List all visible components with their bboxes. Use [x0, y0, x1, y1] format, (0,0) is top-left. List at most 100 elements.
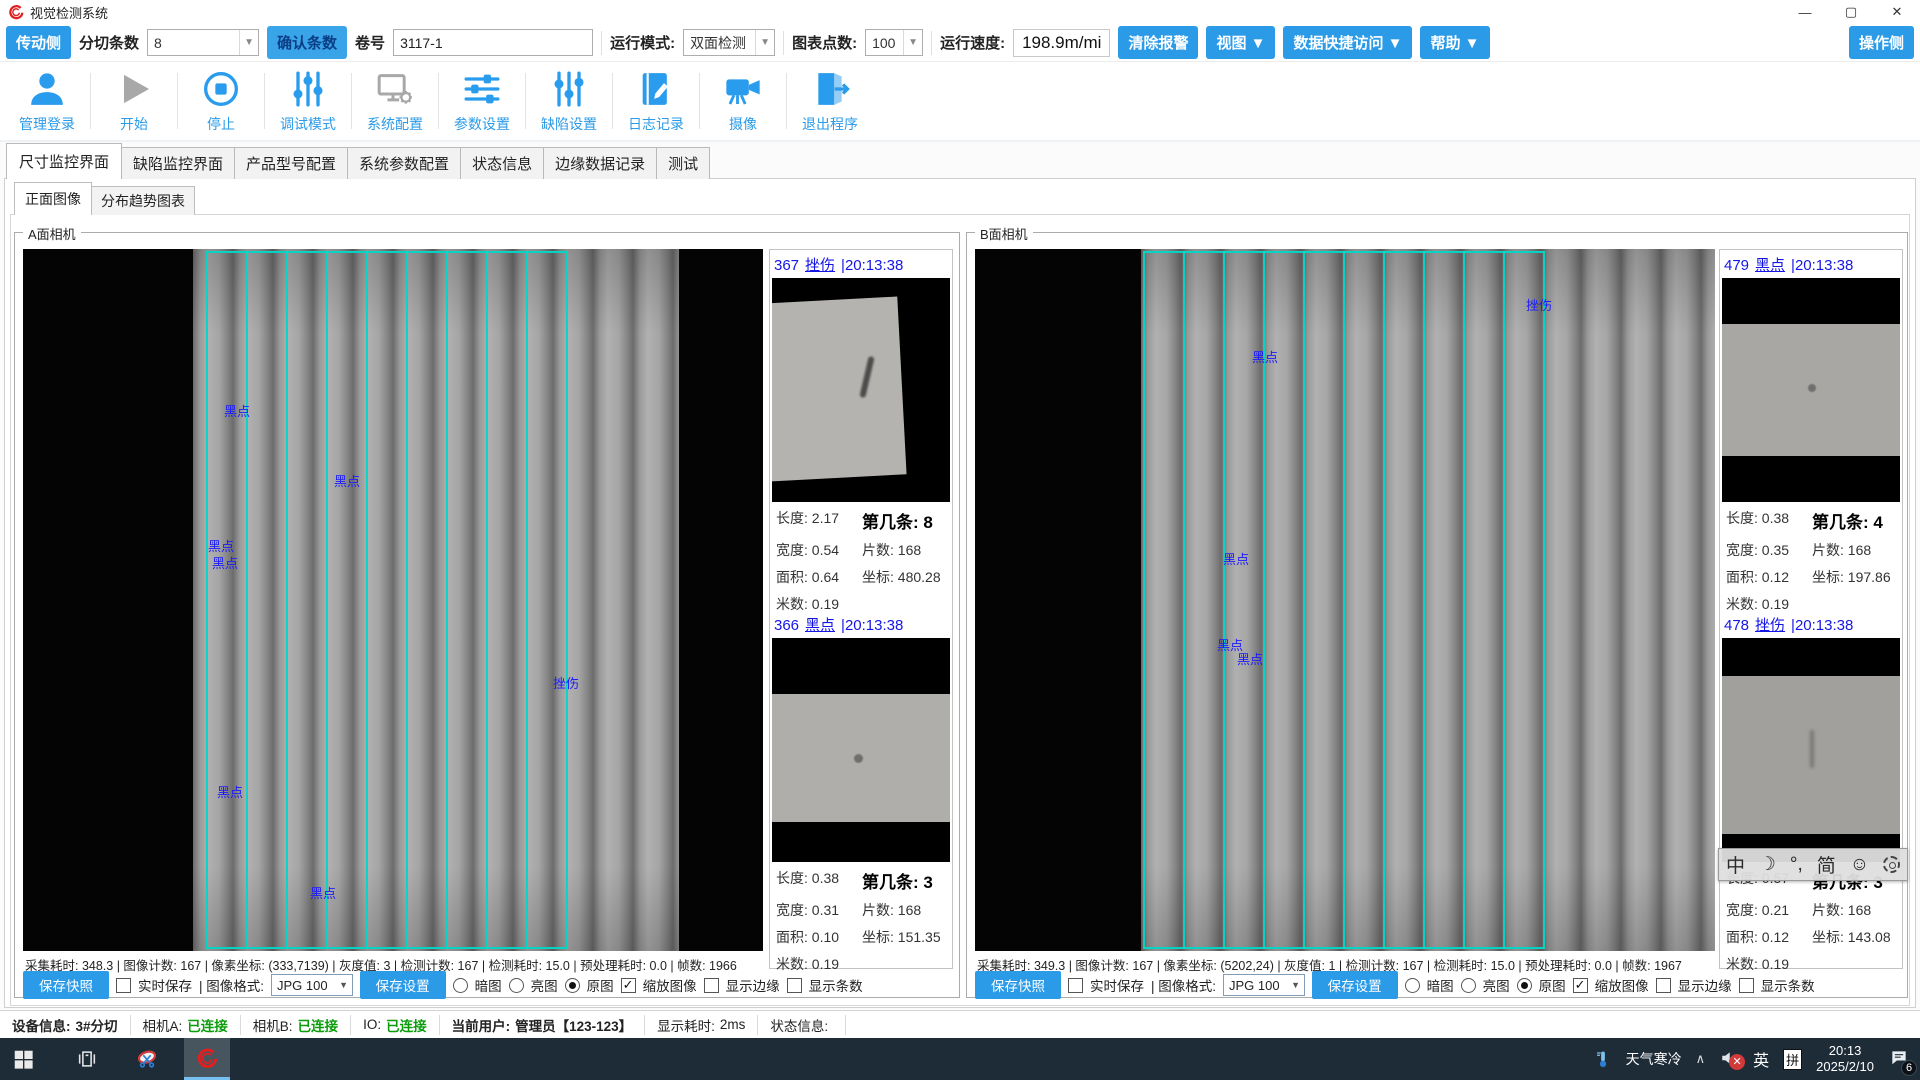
volume-muted-icon[interactable]: ✕ [1719, 1049, 1739, 1070]
inspection-app-button[interactable] [184, 1038, 230, 1080]
ime-item-3[interactable]: 简 [1817, 851, 1836, 878]
camera-a-defect-panel: 367挫伤|20:13:38 长度: 2.17 第几条: 8 宽度: 0.54 … [769, 249, 953, 969]
strip-edge-line [206, 947, 568, 949]
tool-video-capture-button[interactable]: 摄像 [700, 69, 786, 134]
language-indicator[interactable]: 英 [1753, 1047, 1769, 1071]
image-format-select[interactable]: JPG 100▼ [1223, 974, 1305, 996]
run-speed-label: 运行速度: [940, 32, 1005, 53]
image-format-select[interactable]: JPG 100▼ [271, 974, 353, 996]
strip-line [1543, 251, 1545, 949]
snip-tool-button[interactable] [124, 1038, 170, 1080]
raw-image-radio[interactable] [565, 978, 580, 993]
ime-item-2[interactable]: °, [1790, 854, 1803, 876]
zoom-image-checkbox[interactable] [621, 978, 636, 993]
tool-exit-program-button[interactable]: 退出程序 [787, 69, 873, 134]
tool-label: 管理登录 [19, 114, 75, 134]
tab-1[interactable]: 缺陷监控界面 [121, 147, 235, 179]
ime-item-0[interactable]: 中 [1726, 851, 1745, 878]
tab-0[interactable]: 尺寸监控界面 [6, 143, 122, 179]
ime-settings-gear-icon[interactable] [1883, 856, 1900, 873]
roll-number-input[interactable]: 3117-1 [393, 29, 593, 56]
dark-image-radio[interactable] [453, 978, 468, 993]
save-snapshot-button[interactable]: 保存快照 [23, 971, 109, 999]
bright-image-radio[interactable] [1461, 978, 1476, 993]
start-button[interactable] [0, 1038, 46, 1080]
weather-text[interactable]: 天气寒冷 [1626, 1049, 1682, 1069]
maximize-button[interactable]: ▢ [1828, 0, 1874, 24]
task-view-button[interactable] [64, 1038, 110, 1080]
split-count-select[interactable]: 8 ▼ [147, 29, 259, 56]
chevron-down-icon: ▼ [239, 30, 258, 55]
bright-image-radio[interactable] [509, 978, 524, 993]
ime-language-bar[interactable]: 中 ☽ °, 简 ☺ [1718, 848, 1908, 881]
realtime-save-checkbox[interactable] [1068, 978, 1083, 993]
strip-line [366, 251, 368, 949]
defect-label: 黑点 [1223, 549, 1249, 568]
thermometer-icon [1594, 1048, 1612, 1070]
defect-card[interactable]: 478挫伤|20:13:38 长度: 0.57 第几条: 3 宽度: 0.21 … [1722, 612, 1900, 966]
save-settings-button[interactable]: 保存设置 [1312, 971, 1398, 999]
show-edge-checkbox[interactable] [704, 978, 719, 993]
camera-b-image: 挫伤黑点黑点黑点黑点 [975, 249, 1715, 951]
strip-line [1343, 251, 1345, 949]
sub-tabs: 正面图像分布趋势图表 [14, 188, 194, 215]
data-quick-access-button[interactable]: 数据快捷访问 ▼ [1283, 26, 1412, 59]
strip-line [286, 251, 288, 949]
tool-admin-login-button[interactable]: 管理登录 [4, 69, 90, 134]
clock[interactable]: 20:13 2025/2/10 [1816, 1043, 1874, 1076]
clock-time: 20:13 [1816, 1043, 1874, 1059]
close-button[interactable]: ✕ [1874, 0, 1920, 24]
notification-center-button[interactable]: 6 [1888, 1048, 1910, 1071]
tool-param-settings-button[interactable]: 参数设置 [439, 69, 525, 134]
defect-card[interactable]: 479黑点|20:13:38 长度: 0.38 第几条: 4 宽度: 0.35 … [1722, 252, 1900, 606]
defect-card[interactable]: 367挫伤|20:13:38 长度: 2.17 第几条: 8 宽度: 0.54 … [772, 252, 950, 606]
save-settings-button[interactable]: 保存设置 [360, 971, 446, 999]
tool-system-config-button[interactable]: 系统配置 [352, 69, 438, 134]
raw-image-radio[interactable] [1517, 978, 1532, 993]
tool-start-button[interactable]: 开始 [91, 69, 177, 134]
view-menu-button[interactable]: 视图 ▼ [1206, 26, 1275, 59]
tool-label: 缺陷设置 [541, 114, 597, 134]
tool-stop-button[interactable]: 停止 [178, 69, 264, 134]
run-mode-label: 运行模式: [610, 32, 675, 53]
show-strips-checkbox[interactable] [787, 978, 802, 993]
tab-4[interactable]: 状态信息 [460, 147, 544, 179]
defect-card[interactable]: 366黑点|20:13:38 长度: 0.38 第几条: 3 宽度: 0.31 … [772, 612, 950, 966]
stop-icon [201, 69, 241, 109]
strip-line [566, 251, 568, 949]
tray-expand-chevron[interactable]: ∧ [1696, 1051, 1706, 1067]
tool-log-record-button[interactable]: 日志记录 [613, 69, 699, 134]
chart-points-select[interactable]: 100 ▼ [865, 29, 923, 56]
tool-defect-settings-button[interactable]: 缺陷设置 [526, 69, 612, 134]
tool-label: 停止 [207, 114, 235, 134]
tab-3[interactable]: 系统参数配置 [347, 147, 461, 179]
ime-item-4[interactable]: ☺ [1850, 854, 1869, 876]
help-menu-button[interactable]: 帮助 ▼ [1420, 26, 1489, 59]
subtab-0[interactable]: 正面图像 [14, 182, 92, 215]
tab-6[interactable]: 测试 [656, 147, 710, 179]
save-snapshot-button[interactable]: 保存快照 [975, 971, 1061, 999]
realtime-save-checkbox[interactable] [116, 978, 131, 993]
subtab-1[interactable]: 分布趋势图表 [91, 186, 195, 215]
tab-5[interactable]: 边缘数据记录 [543, 147, 657, 179]
strip-line [206, 251, 208, 949]
dark-image-radio[interactable] [1405, 978, 1420, 993]
defect-stats: 长度: 0.38 第几条: 3 宽度: 0.31 片数: 168 面积: 0.1… [772, 862, 950, 974]
minimize-button[interactable]: — [1782, 0, 1828, 24]
show-strips-checkbox[interactable] [1739, 978, 1754, 993]
defect-label: 挫伤 [553, 673, 579, 692]
camera-a-controls: 保存快照 实时保存 | 图像格式: JPG 100▼ 保存设置 暗图 亮图 原图… [23, 973, 863, 997]
ime-mode-indicator[interactable]: 拼 [1783, 1049, 1802, 1070]
run-mode-select[interactable]: 双面检测 ▼ [683, 29, 775, 56]
defect-thumbnail [1722, 638, 1900, 862]
tool-debug-mode-button[interactable]: 调试模式 [265, 69, 351, 134]
notification-badge: 6 [1901, 1060, 1917, 1076]
zoom-image-checkbox[interactable] [1573, 978, 1588, 993]
tab-2[interactable]: 产品型号配置 [234, 147, 348, 179]
confirm-count-button[interactable]: 确认条数 [267, 26, 347, 59]
operator-side-button[interactable]: 操作侧 [1849, 26, 1914, 59]
ime-item-1[interactable]: ☽ [1759, 853, 1776, 876]
clear-alarm-button[interactable]: 清除报警 [1118, 26, 1198, 59]
show-edge-checkbox[interactable] [1656, 978, 1671, 993]
drive-side-button[interactable]: 传动侧 [6, 26, 71, 59]
